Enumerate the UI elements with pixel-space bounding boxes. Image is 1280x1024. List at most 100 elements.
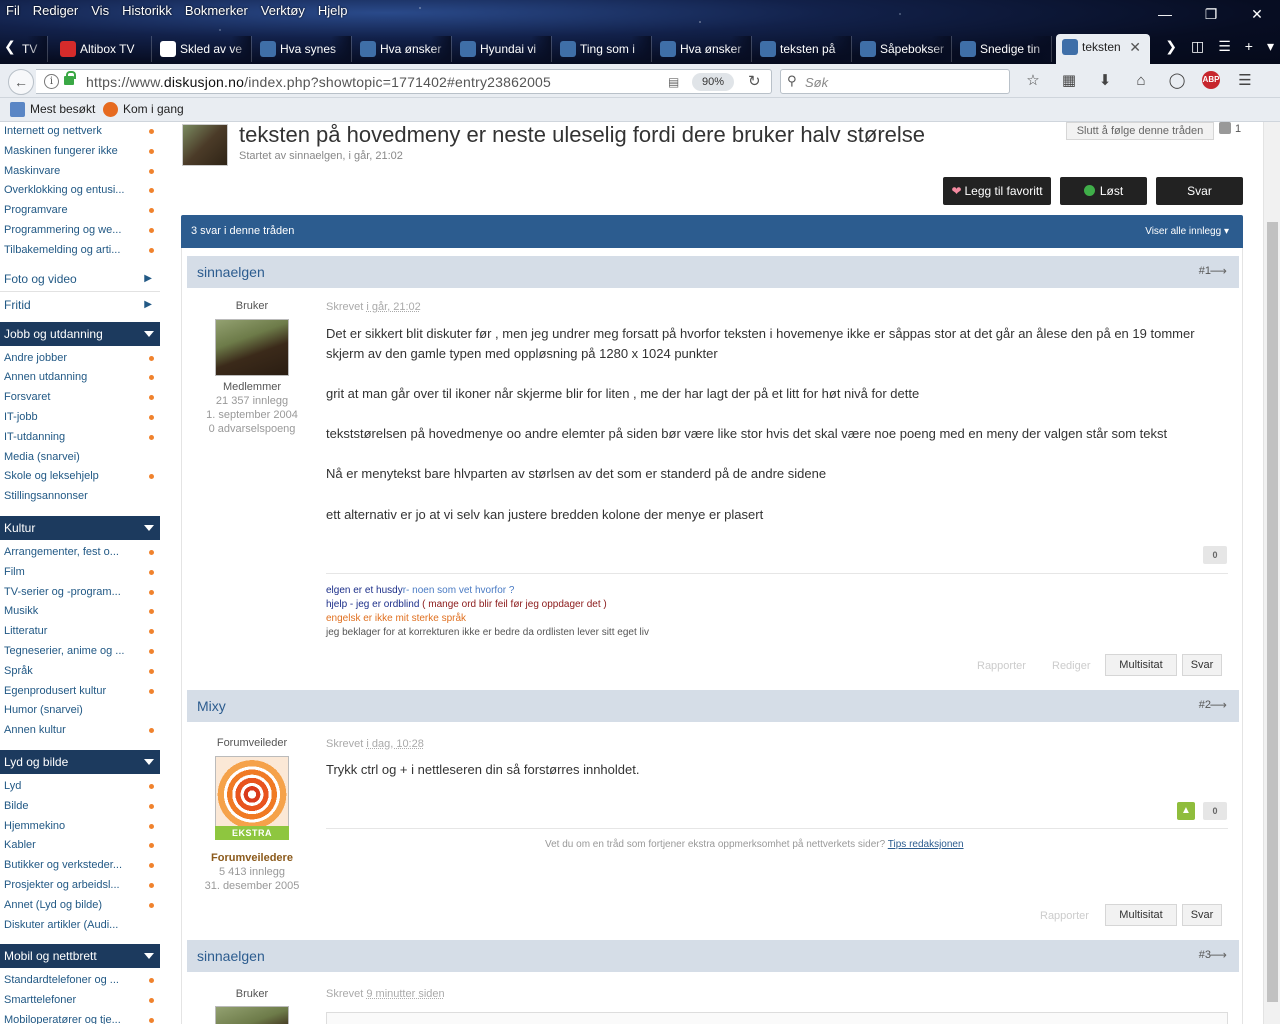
adblock-icon[interactable]: ABP bbox=[1202, 71, 1220, 89]
sidebar-item[interactable]: Kabler bbox=[0, 835, 160, 855]
written-time[interactable]: i går, 21:02 bbox=[366, 301, 420, 313]
tab-skled[interactable]: Skled av ve bbox=[154, 36, 252, 62]
sidebar-item[interactable]: Arrangementer, fest o... bbox=[0, 542, 160, 562]
sidebar-item[interactable]: Annen kultur bbox=[0, 720, 160, 740]
menu-history[interactable]: Historikk bbox=[122, 2, 172, 20]
post-author[interactable]: sinnaelgen bbox=[197, 948, 265, 964]
sidebar-item[interactable]: Hjemmekino bbox=[0, 816, 160, 836]
edit-link[interactable]: Rediger bbox=[1052, 660, 1091, 672]
sidebar-item[interactable]: Forsvaret bbox=[0, 387, 160, 407]
reader-view-icon[interactable]: ▤ bbox=[668, 75, 679, 89]
sidebar-item[interactable]: Diskuter artikler (Audi... bbox=[0, 915, 160, 935]
upvote-arrow-icon[interactable]: ▲ bbox=[1177, 802, 1195, 820]
reading-list-icon[interactable]: ▦ bbox=[1058, 71, 1080, 91]
restore-icon[interactable]: ❐ bbox=[1188, 0, 1234, 28]
bookmark-get-started[interactable]: Kom i gang bbox=[103, 102, 184, 117]
scrollbar-thumb[interactable] bbox=[1267, 222, 1278, 1002]
bookmark-star-icon[interactable]: ☆ bbox=[1022, 71, 1044, 91]
menu-bookmarks[interactable]: Bokmerker bbox=[185, 2, 248, 20]
url-bar[interactable]: i https://www.diskusjon.no/index.php?sho… bbox=[36, 69, 772, 94]
sidebar-item[interactable]: Andre jobber bbox=[0, 348, 160, 368]
site-info-icon[interactable]: i bbox=[44, 74, 59, 89]
sidebar-item[interactable]: Film bbox=[0, 562, 160, 582]
sidebar-item[interactable]: Skole og leksehjelp bbox=[0, 466, 160, 486]
sidebar-toggle-icon[interactable]: ◫ bbox=[1191, 38, 1204, 55]
tab-teksten-pa[interactable]: teksten på bbox=[754, 36, 852, 62]
menu-file[interactable]: Fil bbox=[6, 2, 20, 20]
show-all-posts-dropdown[interactable]: Viser alle innlegg ▾ bbox=[1145, 215, 1229, 248]
written-time[interactable]: i dag, 10:28 bbox=[366, 738, 424, 750]
reply-post-button[interactable]: Svar bbox=[1182, 904, 1222, 926]
sidebar-item[interactable]: Stillingsannonser bbox=[0, 486, 160, 506]
tab-list-chevron-down-icon[interactable]: ▾ bbox=[1267, 38, 1274, 55]
reply-button[interactable]: Svar bbox=[1156, 177, 1243, 205]
tab-hyundai[interactable]: Hyundai vi bbox=[454, 36, 552, 62]
sidebar-item[interactable]: Butikker og verksteder... bbox=[0, 855, 160, 875]
sidebar-item[interactable]: Mobiloperatører og tje... bbox=[0, 1010, 160, 1024]
download-icon[interactable]: ⬇ bbox=[1094, 71, 1116, 91]
report-link[interactable]: Rapporter bbox=[977, 660, 1026, 672]
tab-active[interactable]: teksten ✕ bbox=[1056, 34, 1150, 64]
sidebar-item[interactable]: Maskinvare bbox=[0, 161, 160, 181]
share-icon[interactable]: ⟶ bbox=[1210, 948, 1227, 962]
tab-sapebokser[interactable]: Såpebokser bbox=[854, 36, 952, 62]
sidebar-item[interactable]: Maskinen fungerer ikke bbox=[0, 141, 160, 161]
sidebar-section-kultur[interactable]: Kultur bbox=[0, 515, 160, 540]
reply-post-button[interactable]: Svar bbox=[1182, 654, 1222, 676]
unfollow-thread-button[interactable]: Slutt å følge denne tråden bbox=[1066, 122, 1214, 140]
sidebar-item[interactable]: Annet (Lyd og bilde) bbox=[0, 895, 160, 915]
menu-view[interactable]: Vis bbox=[91, 2, 109, 20]
minimize-icon[interactable]: — bbox=[1142, 0, 1188, 28]
sidebar-item[interactable]: Programmering og we... bbox=[0, 220, 160, 240]
sidebar-item[interactable]: Bilde bbox=[0, 796, 160, 816]
sidebar-item[interactable]: IT-jobb bbox=[0, 407, 160, 427]
sidebar-item[interactable]: Litteratur bbox=[0, 621, 160, 641]
sidebar-item[interactable]: Standardtelefoner og ... bbox=[0, 970, 160, 990]
sidebar-item[interactable]: Lyd bbox=[0, 776, 160, 796]
bookmark-most-visited[interactable]: Mest besøkt bbox=[10, 102, 95, 117]
sidebar-section-lyd-bilde[interactable]: Lyd og bilde bbox=[0, 749, 160, 774]
avatar[interactable] bbox=[215, 319, 289, 376]
tab-hva-onsker[interactable]: Hva ønsker bbox=[354, 36, 452, 62]
multiquote-button[interactable]: Multisitat bbox=[1105, 904, 1177, 926]
topic-starter-avatar[interactable] bbox=[182, 124, 228, 166]
sidebar-item[interactable]: Tilbakemelding og arti... bbox=[0, 240, 160, 260]
reload-icon[interactable]: ↻ bbox=[748, 72, 761, 90]
sidebar-item[interactable]: Programvare bbox=[0, 200, 160, 220]
share-icon[interactable]: ⟶ bbox=[1210, 698, 1227, 712]
page-scrollbar[interactable] bbox=[1263, 122, 1280, 1024]
tab-snedige[interactable]: Snedige tin bbox=[954, 36, 1052, 62]
tips-link[interactable]: Tips redaksjonen bbox=[888, 839, 964, 850]
post-author[interactable]: Mixy bbox=[197, 698, 226, 714]
sidebar-item[interactable]: IT-utdanning bbox=[0, 427, 160, 447]
follower-count[interactable]: 1 bbox=[1219, 122, 1241, 135]
solved-button[interactable]: Løst bbox=[1060, 177, 1147, 205]
zoom-indicator[interactable]: 90% bbox=[692, 73, 735, 91]
sidebar-item[interactable]: Musikk bbox=[0, 601, 160, 621]
sidebar-item[interactable]: Overklokking og entusi... bbox=[0, 180, 160, 200]
back-arrow-icon[interactable]: ← bbox=[8, 69, 34, 95]
tab-ting-som[interactable]: Ting som i bbox=[554, 36, 652, 62]
sidebar-category-foto-video[interactable]: Foto og video ▶ bbox=[0, 266, 160, 292]
close-window-icon[interactable]: ✕ bbox=[1234, 0, 1280, 28]
avatar[interactable] bbox=[215, 756, 289, 830]
sidebar-item[interactable]: Humor (snarvei) bbox=[0, 700, 160, 720]
tab-scroll-right-icon[interactable]: ❯ bbox=[1165, 38, 1177, 55]
menu-hamburger-icon[interactable]: ☰ bbox=[1234, 71, 1256, 91]
close-tab-icon[interactable]: ✕ bbox=[1129, 34, 1141, 60]
library-icon[interactable]: ☰ bbox=[1218, 38, 1231, 55]
sidebar-section-mobil[interactable]: Mobil og nettbrett bbox=[0, 944, 160, 969]
sidebar-item[interactable]: Media (snarvei) bbox=[0, 447, 160, 467]
menu-help[interactable]: Hjelp bbox=[318, 2, 348, 20]
home-icon[interactable]: ⌂ bbox=[1130, 71, 1152, 91]
menu-tools[interactable]: Verktøy bbox=[261, 2, 305, 20]
sidebar-item[interactable]: TV-serier og -program... bbox=[0, 582, 160, 602]
sidebar-item[interactable]: Annen utdanning bbox=[0, 367, 160, 387]
avatar[interactable] bbox=[215, 1006, 289, 1024]
add-favorite-button[interactable]: ❤ Legg til favoritt bbox=[943, 177, 1051, 205]
tab-hva-synes[interactable]: Hva synes bbox=[254, 36, 352, 62]
menu-edit[interactable]: Rediger bbox=[33, 2, 79, 20]
sidebar-item[interactable]: Tegneserier, anime og ... bbox=[0, 641, 160, 661]
post-author[interactable]: sinnaelgen bbox=[197, 264, 265, 280]
tab-altibox[interactable]: Altibox TV bbox=[54, 36, 152, 62]
